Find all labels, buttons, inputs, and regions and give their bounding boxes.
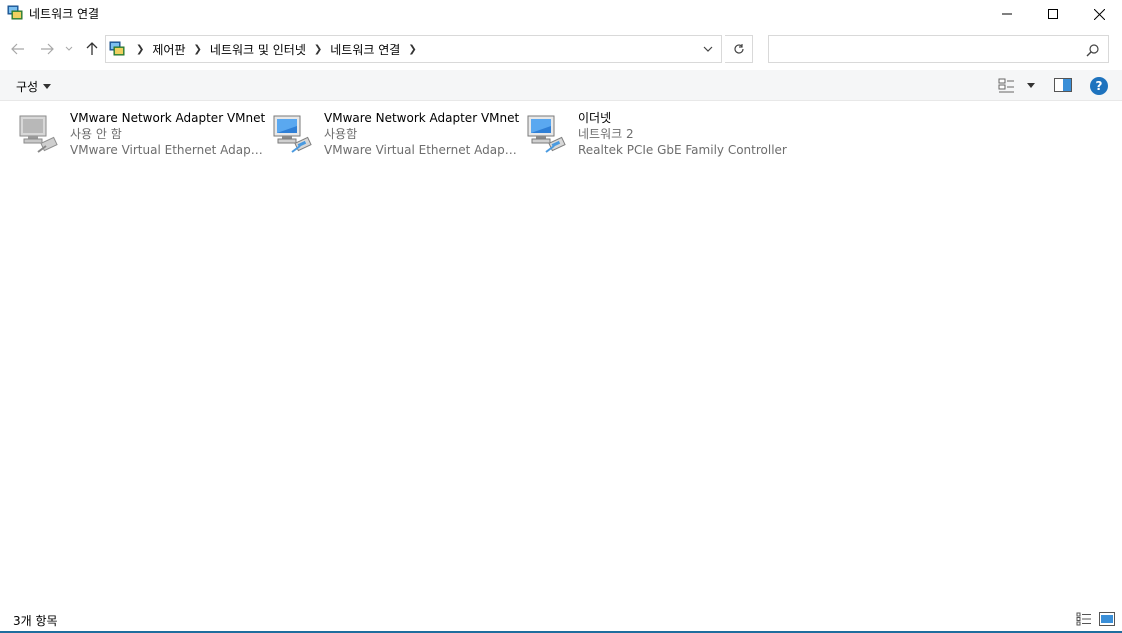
- breadcrumb-network-connections[interactable]: 네트워크 연결: [330, 41, 400, 58]
- window-title: 네트워크 연결: [29, 7, 100, 21]
- item-text: VMware Network Adapter VMnet1 사용 안 함 VMw…: [70, 110, 266, 158]
- minimize-button[interactable]: [984, 0, 1030, 28]
- breadcrumb: ❯ 제어판 ❯ 네트워크 및 인터넷 ❯ 네트워크 연결 ❯: [128, 36, 425, 62]
- address-bar[interactable]: ❯ 제어판 ❯ 네트워크 및 인터넷 ❯ 네트워크 연결 ❯: [105, 35, 722, 63]
- arrow-right-icon: [41, 43, 54, 55]
- close-icon: [1093, 8, 1105, 20]
- network-adapter-disabled-icon: [19, 115, 58, 153]
- network-connections-icon: [109, 41, 125, 56]
- up-button[interactable]: [82, 39, 102, 59]
- connection-device: VMware Virtual Ethernet Adapter ...: [324, 143, 520, 157]
- chevron-right-icon[interactable]: ❯: [408, 44, 416, 55]
- minimize-icon: [1002, 13, 1012, 15]
- item-text: 이더넷 네트워크 2 Realtek PCIe GbE Family Contr…: [578, 110, 818, 158]
- list-item-ethernet[interactable]: 이더넷 네트워크 2 Realtek PCIe GbE Family Contr…: [524, 108, 787, 160]
- network-connections-icon: [7, 5, 23, 20]
- status-bar: 3개 항목: [0, 607, 1122, 631]
- chevron-right-icon[interactable]: ❯: [194, 44, 202, 55]
- organize-button[interactable]: 구성: [16, 78, 52, 95]
- search-icon[interactable]: [1086, 43, 1100, 57]
- back-button[interactable]: [8, 39, 28, 59]
- change-view-button[interactable]: [998, 77, 1038, 95]
- help-button[interactable]: ?: [1090, 77, 1108, 95]
- refresh-icon: [733, 44, 744, 54]
- connection-status: 네트워크 2: [578, 127, 634, 141]
- command-bar: 구성 ?: [0, 70, 1122, 101]
- recent-locations-button[interactable]: [62, 39, 76, 59]
- maximize-button[interactable]: [1030, 0, 1076, 28]
- connection-device: VMware Virtual Ethernet Adapter ...: [70, 143, 266, 157]
- network-adapter-icon: [527, 115, 566, 153]
- connections-list: VMware Network Adapter VMnet1 사용 안 함 VMw…: [0, 102, 1122, 607]
- organize-label: 구성: [16, 80, 39, 94]
- view-details-icon: [998, 78, 1014, 93]
- connection-name: VMware Network Adapter VMnet8: [324, 111, 520, 125]
- connection-name: VMware Network Adapter VMnet1: [70, 111, 266, 125]
- address-dropdown-button[interactable]: [701, 43, 715, 55]
- item-text: VMware Network Adapter VMnet8 사용함 VMware…: [324, 110, 520, 158]
- maximize-icon: [1048, 9, 1058, 19]
- chevron-right-icon[interactable]: ❯: [314, 44, 322, 55]
- caret-down-icon: [43, 84, 52, 89]
- chevron-right-icon[interactable]: ❯: [136, 44, 144, 55]
- chevron-down-icon: [703, 46, 713, 52]
- preview-pane-icon[interactable]: [1054, 78, 1072, 92]
- arrow-left-icon: [11, 43, 24, 55]
- caret-down-icon: [1027, 83, 1035, 88]
- details-view-icon[interactable]: [1076, 612, 1092, 626]
- refresh-button[interactable]: [725, 35, 753, 63]
- close-button[interactable]: [1076, 0, 1122, 28]
- network-adapter-icon: [273, 115, 312, 153]
- chevron-down-icon: [65, 46, 73, 51]
- forward-button[interactable]: [37, 39, 57, 59]
- connection-device: Realtek PCIe GbE Family Controller: [578, 143, 787, 157]
- search-box[interactable]: [768, 35, 1109, 63]
- arrow-up-icon: [86, 42, 98, 55]
- breadcrumb-network-internet[interactable]: 네트워크 및 인터넷: [210, 41, 306, 58]
- connection-status: 사용 안 함: [70, 127, 122, 141]
- connection-name: 이더넷: [578, 111, 612, 125]
- list-item-vmnet1[interactable]: VMware Network Adapter VMnet1 사용 안 함 VMw…: [16, 108, 266, 160]
- search-input[interactable]: [773, 40, 1073, 58]
- large-icons-view-icon[interactable]: [1099, 612, 1115, 626]
- breadcrumb-control-panel[interactable]: 제어판: [152, 41, 185, 58]
- item-count: 3개 항목: [13, 614, 58, 628]
- list-item-vmnet8[interactable]: VMware Network Adapter VMnet8 사용함 VMware…: [270, 108, 520, 160]
- connection-status: 사용함: [324, 127, 358, 141]
- title-bar: 네트워크 연결: [0, 0, 1122, 30]
- navigation-bar: ❯ 제어판 ❯ 네트워크 및 인터넷 ❯ 네트워크 연결 ❯: [0, 30, 1122, 70]
